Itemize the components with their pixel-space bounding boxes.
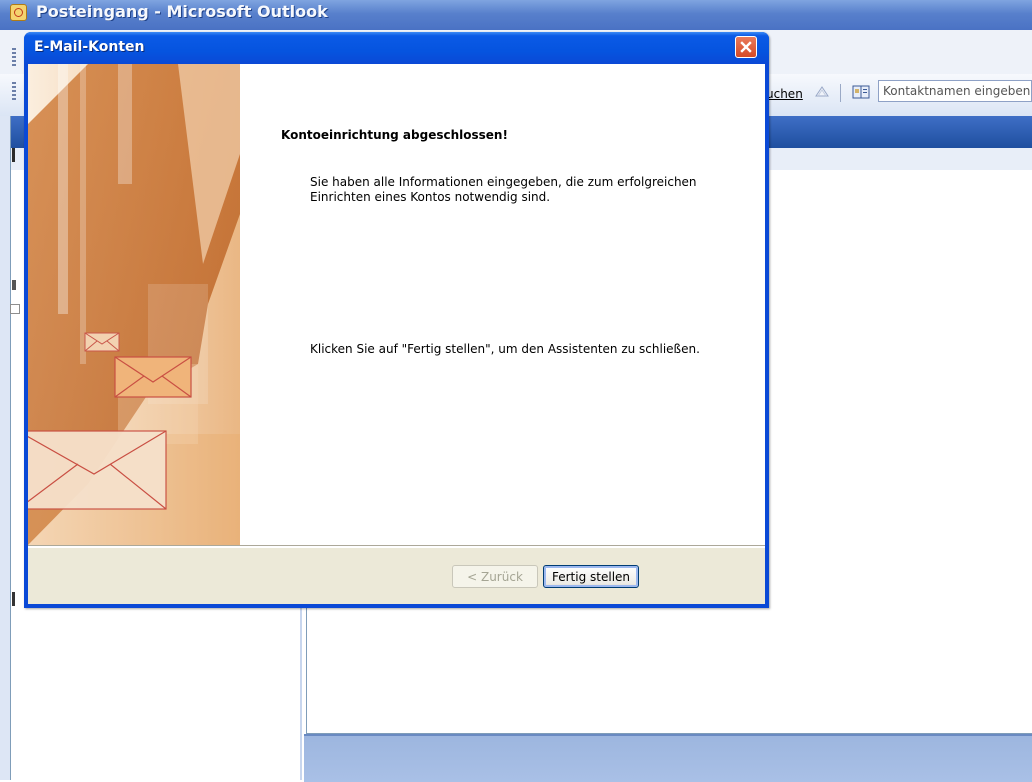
email-accounts-dialog: E-Mail-Konten Kontoeinrichtung abgeschlo… bbox=[24, 32, 769, 608]
close-button[interactable] bbox=[735, 36, 757, 58]
address-book-icon[interactable] bbox=[852, 84, 870, 100]
finish-instruction-text: Klicken Sie auf "Fertig stellen", um den… bbox=[310, 342, 700, 356]
wizard-banner-image bbox=[28, 64, 240, 545]
navigation-pane-marker bbox=[12, 592, 15, 606]
completion-heading: Kontoeinrichtung abgeschlossen! bbox=[281, 128, 508, 142]
dialog-body bbox=[28, 64, 765, 604]
outlook-window-title: Posteingang - Microsoft Outlook bbox=[36, 2, 328, 21]
contact-search-input[interactable]: Kontaktnamen eingeben bbox=[878, 80, 1032, 102]
find-icon[interactable] bbox=[814, 84, 830, 100]
envelope-icon bbox=[84, 332, 120, 352]
back-button[interactable]: < Zurück bbox=[452, 565, 538, 588]
finish-button[interactable]: Fertig stellen bbox=[543, 565, 639, 588]
completion-info-text: Sie haben alle Informationen eingegeben,… bbox=[310, 175, 697, 204]
outlook-app-icon bbox=[10, 4, 27, 21]
folder-expand-icon[interactable] bbox=[10, 304, 20, 314]
reading-pane-header bbox=[304, 734, 1032, 782]
envelope-icon bbox=[114, 356, 192, 398]
navigation-pane-marker bbox=[12, 148, 15, 162]
navigation-pane-marker bbox=[12, 280, 16, 290]
toolbar-search-button[interactable]: uchen bbox=[766, 87, 803, 101]
close-icon bbox=[740, 41, 752, 53]
toolbar-grip-icon[interactable] bbox=[12, 82, 16, 100]
dialog-title: E-Mail-Konten bbox=[34, 39, 145, 55]
dialog-separator bbox=[28, 545, 765, 548]
menubar-grip-icon[interactable] bbox=[12, 48, 16, 66]
envelope-icon bbox=[28, 430, 167, 510]
toolbar-separator bbox=[840, 84, 841, 102]
